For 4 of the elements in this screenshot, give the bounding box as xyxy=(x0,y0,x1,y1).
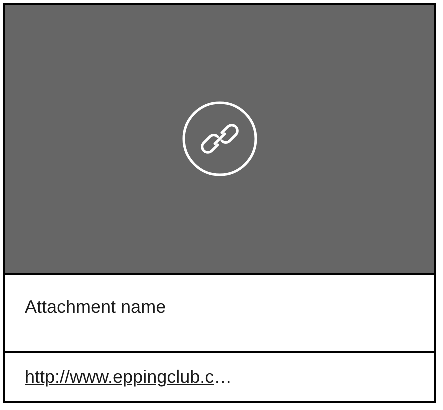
attachment-link[interactable]: http://www.eppingclub.c xyxy=(25,366,214,388)
attachment-name: Attachment name xyxy=(25,297,166,317)
link-icon xyxy=(182,101,258,177)
ellipsis: … xyxy=(214,366,232,388)
